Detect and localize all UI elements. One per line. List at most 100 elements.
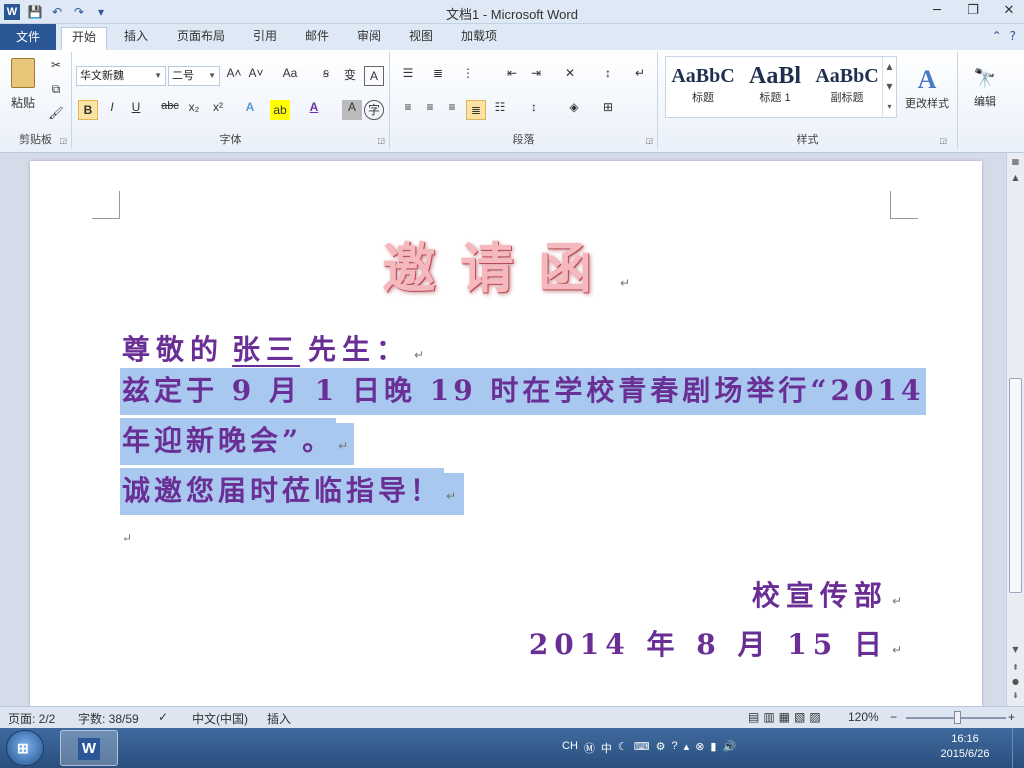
- scroll-down-icon[interactable]: ▼: [1009, 643, 1022, 657]
- input-method-indicator[interactable]: CH: [562, 740, 578, 756]
- decrease-indent-icon[interactable]: ⇤: [502, 66, 522, 86]
- show-marks-icon[interactable]: ↵: [630, 66, 650, 86]
- increase-indent-icon[interactable]: ⇥: [526, 66, 546, 86]
- view-buttons[interactable]: ▤▥▦▧▨: [748, 710, 825, 724]
- scroll-up-icon[interactable]: ▲: [1009, 171, 1022, 185]
- tab-page-layout[interactable]: 页面布局: [167, 27, 235, 50]
- phonetic-guide-icon[interactable]: 变: [340, 66, 360, 86]
- char-border-button[interactable]: A: [364, 66, 384, 86]
- chinese-layout-icon[interactable]: ✕: [560, 66, 580, 86]
- zoom-level[interactable]: 120%: [848, 710, 879, 724]
- salutation-line[interactable]: 尊敬的 张三 先生： ↵: [122, 328, 424, 368]
- font-name-combo[interactable]: 华文新魏 ▼: [76, 66, 166, 86]
- body-line-2[interactable]: 年迎新晚会”。 ↵: [120, 418, 355, 465]
- word-count[interactable]: 字数: 38/59: [78, 710, 139, 727]
- tab-insert[interactable]: 插入: [113, 27, 159, 50]
- tab-file[interactable]: 文件: [0, 24, 56, 50]
- chinese-ime-icon[interactable]: 中: [601, 740, 612, 756]
- system-clock[interactable]: 16:16 2015/6/26: [930, 732, 1000, 762]
- justify-icon[interactable]: ≣: [466, 100, 486, 120]
- volume-icon[interactable]: 🔊: [722, 740, 736, 756]
- keyboard-icon[interactable]: ⌨: [634, 740, 650, 756]
- help-tray-icon[interactable]: ?: [672, 740, 678, 756]
- align-center-icon[interactable]: ≡: [420, 100, 440, 120]
- borders-icon[interactable]: ⊞: [598, 100, 618, 120]
- document-page[interactable]: 邀请函 ↵ 尊敬的 张三 先生： ↵ 兹定于 9 月 1 日晚 19 时在学校青春剧场举…: [30, 161, 982, 706]
- grow-font-button[interactable]: A˄: [224, 66, 244, 86]
- editing-button[interactable]: 🔭 编辑: [964, 56, 1006, 120]
- paste-button[interactable]: 粘贴: [6, 56, 40, 112]
- clipboard-launcher-icon[interactable]: ◲: [59, 136, 67, 145]
- superscript-button[interactable]: x²: [208, 100, 228, 120]
- page-count[interactable]: 页面: 2/2: [8, 710, 55, 727]
- body-line-3[interactable]: 诚邀您届时莅临指导！ ↵: [120, 468, 465, 515]
- next-page-icon[interactable]: ⇟: [1009, 689, 1022, 703]
- tab-mailings[interactable]: 邮件: [295, 27, 339, 50]
- style-gallery-scroll[interactable]: ▲ ▼ ▾: [882, 57, 896, 117]
- tab-view[interactable]: 视图: [399, 27, 443, 50]
- proofing-icon[interactable]: ✓: [158, 710, 168, 724]
- restore-button[interactable]: ❐: [964, 3, 982, 18]
- char-shading-button[interactable]: A: [342, 100, 362, 120]
- settings-icon[interactable]: ⚙: [656, 740, 666, 756]
- style-subtitle[interactable]: AaBbC 副标题: [812, 59, 882, 115]
- bullets-icon[interactable]: ☰: [398, 66, 418, 86]
- moon-icon[interactable]: ☾: [618, 740, 628, 756]
- show-desktop-button[interactable]: [1012, 728, 1024, 768]
- network-icon[interactable]: ▮: [710, 740, 716, 756]
- empty-paragraph[interactable]: ↵: [122, 531, 138, 545]
- strikethrough-button[interactable]: abc: [158, 100, 182, 120]
- minimize-ribbon-icon[interactable]: ⌃: [992, 29, 1002, 43]
- align-right-icon[interactable]: ≡: [442, 100, 462, 120]
- sort-icon[interactable]: ↕: [598, 66, 618, 86]
- font-color-icon[interactable]: A: [304, 100, 324, 120]
- signature-date[interactable]: 2014 年 8 月 15 日 ↵: [529, 623, 902, 663]
- italic-button[interactable]: I: [102, 100, 122, 120]
- font-launcher-icon[interactable]: ◲: [377, 136, 385, 145]
- zoom-out-button[interactable]: −: [890, 710, 897, 724]
- styles-launcher-icon[interactable]: ◲: [939, 136, 947, 145]
- tab-home[interactable]: 开始: [61, 27, 107, 50]
- tab-references[interactable]: 引用: [243, 27, 287, 50]
- signature-org[interactable]: 校宣传部 ↵: [752, 574, 902, 614]
- distribute-icon[interactable]: ☷: [490, 100, 510, 120]
- shading-icon[interactable]: ◈: [564, 100, 584, 120]
- close-button[interactable]: ✕: [1000, 3, 1018, 18]
- shrink-font-button[interactable]: A˅: [246, 66, 266, 86]
- zoom-in-button[interactable]: +: [1008, 710, 1015, 724]
- taskbar-word-button[interactable]: W: [60, 730, 118, 766]
- minimize-button[interactable]: ─: [928, 3, 946, 18]
- paragraph-launcher-icon[interactable]: ◲: [645, 136, 653, 145]
- highlight-icon[interactable]: ab: [270, 100, 290, 120]
- ruler-toggle-icon[interactable]: ▦: [1009, 155, 1022, 169]
- bold-button[interactable]: B: [78, 100, 98, 120]
- vertical-scrollbar[interactable]: ▦ ▲ ▼ ⇞ ● ⇟: [1006, 153, 1024, 706]
- help-icon[interactable]: ?: [1010, 29, 1016, 43]
- tab-addins[interactable]: 加载项: [451, 27, 507, 50]
- subscript-button[interactable]: x₂: [184, 100, 204, 120]
- insert-mode[interactable]: 插入: [267, 710, 291, 727]
- copy-icon[interactable]: ⧉: [46, 82, 66, 102]
- language-indicator[interactable]: 中文(中国): [192, 710, 248, 727]
- change-styles-button[interactable]: A 更改样式: [900, 56, 954, 120]
- text-effects-icon[interactable]: A: [240, 100, 260, 120]
- zoom-slider-knob[interactable]: [954, 711, 961, 724]
- align-left-icon[interactable]: ≡: [398, 100, 418, 120]
- underline-button[interactable]: U: [126, 100, 146, 120]
- body-line-1[interactable]: 兹定于 9 月 1 日晚 19 时在学校青春剧场举行“2014: [120, 368, 927, 415]
- font-size-combo[interactable]: 二号 ▼: [168, 66, 220, 86]
- ime-icon[interactable]: Ⓜ: [584, 740, 595, 756]
- browse-object-icon[interactable]: ●: [1009, 675, 1022, 689]
- cut-icon[interactable]: ✂: [46, 58, 66, 78]
- format-painter-icon[interactable]: 🖌: [46, 106, 66, 126]
- tab-review[interactable]: 审阅: [347, 27, 391, 50]
- line-spacing-icon[interactable]: ↕: [524, 100, 544, 120]
- change-case-button[interactable]: Aa: [276, 66, 304, 86]
- clear-format-icon[interactable]: ꞩ: [316, 66, 336, 86]
- style-heading1[interactable]: AaBl 标题 1: [740, 59, 810, 115]
- numbering-icon[interactable]: ≣: [428, 66, 448, 86]
- scrollbar-thumb[interactable]: [1009, 378, 1022, 593]
- enclose-char-icon[interactable]: 字: [364, 100, 384, 120]
- prev-page-icon[interactable]: ⇞: [1009, 661, 1022, 675]
- multilevel-list-icon[interactable]: ⋮: [458, 66, 478, 86]
